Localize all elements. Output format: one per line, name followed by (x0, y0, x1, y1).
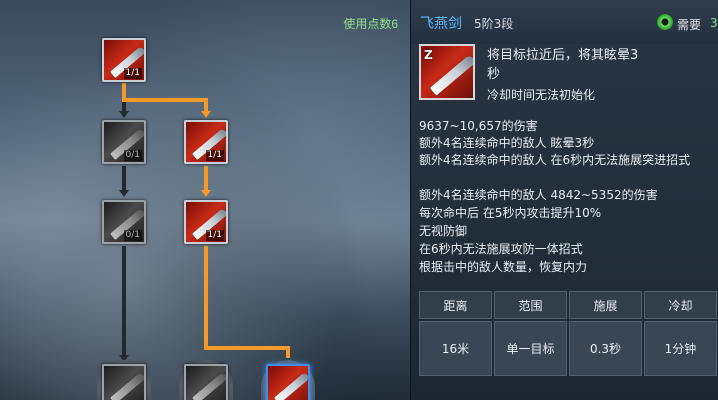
link-right-bottom (286, 346, 290, 358)
effect-line: 额外4名连续命中的敌人 眩晕3秒 (419, 136, 595, 150)
arrow-left-1 (119, 111, 129, 118)
link-top-horizontal (122, 98, 208, 102)
arrow-right-2 (201, 190, 211, 197)
effect-line: 无视防御 (419, 224, 468, 238)
skill-icon-row3-left[interactable]: 0/1 (102, 200, 146, 244)
stat-header-range: 距离 (419, 291, 492, 319)
skill-description-line2: 秒 (487, 67, 501, 82)
effect-line: 9637~10,657的伤害 (419, 119, 538, 133)
skill-info-panel: 飞燕剑 5阶3段 需要 3 Z 将目标拉近后，将其眩晕3 秒 冷却时间无法初始化… (410, 0, 718, 400)
skill-icon-bottom-left[interactable] (102, 364, 146, 400)
link-right-3 (204, 246, 208, 350)
need-value: 3 (710, 16, 718, 30)
effect-line: 每次命中后 在5秒内攻击提升10% (419, 206, 602, 220)
arrow-left-2 (119, 190, 129, 197)
skill-level: 0/1 (123, 150, 142, 161)
effect-line: 在6秒内无法施展攻防一体招式 (419, 242, 583, 256)
skill-tree-panel: 使用点数6 1/1 0/1 1/1 0/1 1/1 (0, 0, 410, 400)
skill-icon-row2-right[interactable]: 1/1 (184, 120, 228, 164)
skill-header: 飞燕剑 5阶3段 需要 3 (411, 0, 718, 44)
hotkey-label: Z (424, 48, 433, 62)
chi-orb-icon (657, 14, 673, 30)
need-label: 需要 (677, 18, 702, 32)
stat-value-cooldown: 1分钟 (644, 321, 717, 376)
skill-icon-row2-left[interactable]: 0/1 (102, 120, 146, 164)
skill-level: 1/1 (123, 68, 142, 79)
skill-level: 1/1 (205, 230, 224, 241)
stat-header-cast: 施展 (569, 291, 642, 319)
effect-line: 额外4名连续命中的敌人 4842~5352的伤害 (419, 188, 658, 202)
effect-line: 根据击中的敌人数量，恢复内力 (419, 260, 588, 274)
effect-line: 额外4名连续命中的敌人 在6秒内无法施展突进招式 (419, 153, 691, 167)
skill-description-line1: 将目标拉近后，将其眩晕3 (487, 48, 639, 63)
skill-name: 飞燕剑 (420, 16, 462, 32)
link-left-3 (122, 246, 126, 356)
stat-value-range: 16米 (419, 321, 492, 376)
points-used-label: 使用点数6 (343, 17, 398, 31)
stat-header-cooldown: 冷却 (644, 291, 717, 319)
link-right-2 (204, 166, 208, 191)
link-right-horizontal (204, 346, 290, 350)
skill-level: 0/1 (123, 230, 142, 241)
link-right-down (204, 98, 208, 112)
stat-value-area: 单一目标 (494, 321, 567, 376)
skill-level: 1/1 (205, 150, 224, 161)
cooldown-note: 冷却时间无法初始化 (487, 88, 596, 102)
skill-icon-bottom-right-selected[interactable] (266, 364, 310, 400)
skill-stats-table: 距离 范围 施展 冷却 16米 单一目标 0.3秒 1分钟 (419, 291, 718, 378)
stat-value-cast: 0.3秒 (569, 321, 642, 376)
link-left-2 (122, 166, 126, 191)
stat-header-area: 范围 (494, 291, 567, 319)
skill-icon-row3-right[interactable]: 1/1 (184, 200, 228, 244)
skill-icon-bottom-middle[interactable] (184, 364, 228, 400)
skill-large-icon: Z (419, 44, 475, 100)
skill-icon-top[interactable]: 1/1 (102, 38, 146, 82)
arrow-right-1 (201, 111, 211, 118)
skill-rank: 5阶3段 (474, 17, 514, 31)
